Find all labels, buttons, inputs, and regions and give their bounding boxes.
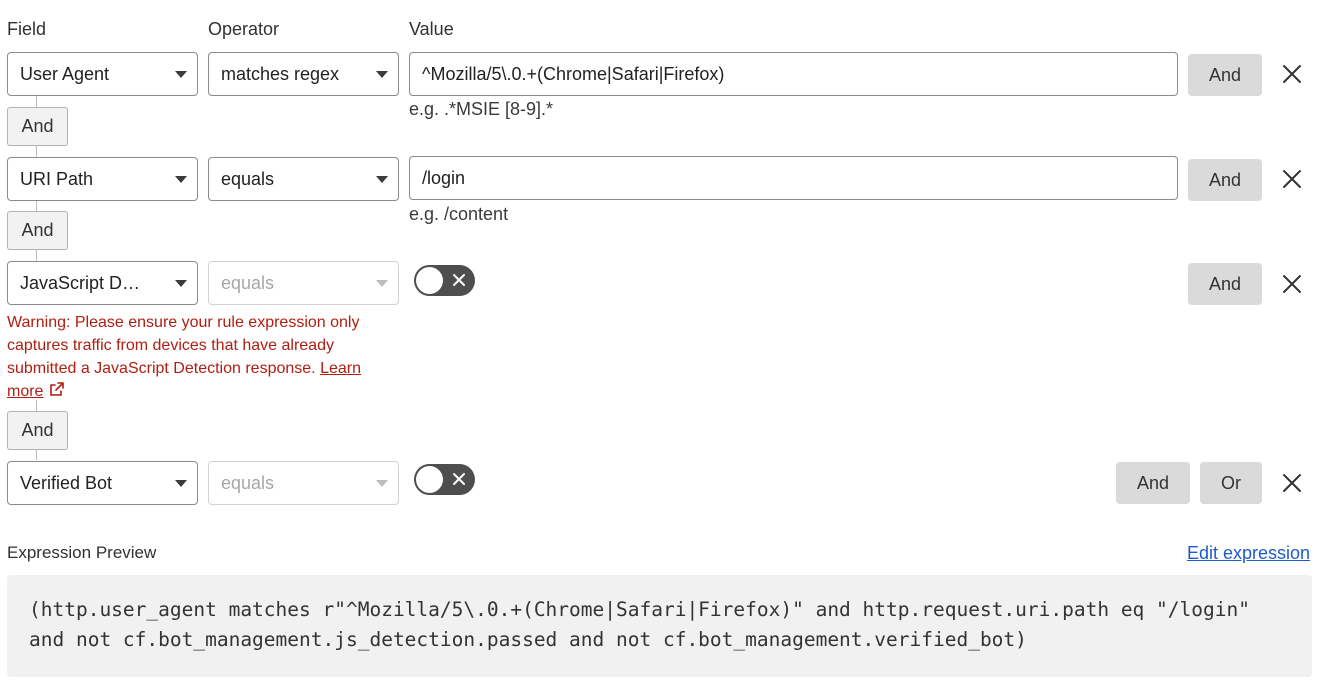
edit-expression-link[interactable]: Edit expression [1187, 543, 1310, 564]
chevron-down-icon [376, 71, 388, 78]
field-select-verified-bot[interactable]: Verified Bot [7, 461, 198, 505]
chevron-down-icon [175, 176, 187, 183]
external-link-icon [50, 382, 65, 396]
add-or-button[interactable]: Or [1200, 462, 1262, 504]
chevron-down-icon [175, 71, 187, 78]
expression-preview-label: Expression Preview [7, 543, 157, 562]
warning-text: Warning: Please ensure your rule express… [7, 314, 360, 377]
field-column-header: Field [7, 19, 47, 39]
toggle-knob [416, 267, 443, 294]
connector-line [36, 449, 37, 460]
close-icon [1283, 474, 1301, 492]
connector-line [36, 250, 37, 261]
connector-and-button[interactable]: And [7, 107, 68, 146]
chevron-down-icon [175, 480, 187, 487]
toggle-knob [416, 466, 443, 493]
field-select-javascript-detection[interactable]: JavaScript Detection [7, 261, 198, 305]
field-select-label: User Agent [20, 64, 110, 84]
value-toggle-switch[interactable] [414, 464, 475, 495]
remove-condition-button[interactable] [1281, 273, 1303, 295]
javascript-detection-warning: Warning: Please ensure your rule express… [7, 311, 387, 403]
value-input-user-agent[interactable]: ^Mozilla/5\.0.+(Chrome|Safari|Firefox) [409, 52, 1178, 96]
operator-select-disabled: equals [208, 461, 399, 505]
close-icon [1283, 65, 1301, 83]
field-select-user-agent[interactable]: User Agent [7, 52, 198, 96]
operator-select-disabled: equals [208, 261, 399, 305]
close-icon [1283, 170, 1301, 188]
chevron-down-icon [376, 480, 388, 487]
toggle-off-icon [453, 274, 465, 286]
operator-select-label: equals [221, 169, 275, 189]
connector-line [36, 145, 37, 157]
value-toggle-switch[interactable] [414, 265, 475, 296]
operator-select-label: equals [221, 273, 275, 293]
add-and-button[interactable]: And [1188, 159, 1262, 201]
add-and-button[interactable]: And [1188, 263, 1262, 305]
field-select-label: JavaScript Detection [20, 273, 148, 293]
remove-condition-button[interactable] [1281, 472, 1303, 494]
field-select-label: Verified Bot [20, 473, 113, 493]
remove-condition-button[interactable] [1281, 168, 1303, 190]
connector-and-button[interactable]: And [7, 411, 68, 450]
connector-and-button[interactable]: And [7, 211, 68, 250]
operator-select-label: matches regex [221, 64, 340, 84]
value-hint: e.g. /content [409, 204, 509, 224]
add-and-button[interactable]: And [1116, 462, 1190, 504]
toggle-off-icon [453, 473, 465, 485]
chevron-down-icon [376, 176, 388, 183]
field-select-uri-path[interactable]: URI Path [7, 157, 198, 201]
value-hint: e.g. .*MSIE [8-9].* [409, 99, 554, 119]
add-and-button[interactable]: And [1188, 54, 1262, 96]
operator-select-matches-regex[interactable]: matches regex [208, 52, 399, 96]
chevron-down-icon [175, 280, 187, 287]
operator-select-label: equals [221, 473, 275, 493]
expression-preview-code: (http.user_agent matches r"^Mozilla/5\.0… [7, 575, 1312, 677]
remove-condition-button[interactable] [1281, 63, 1303, 85]
close-icon [1283, 275, 1301, 293]
operator-column-header: Operator [208, 19, 280, 39]
value-column-header: Value [409, 19, 454, 39]
chevron-down-icon [376, 280, 388, 287]
operator-select-equals[interactable]: equals [208, 157, 399, 201]
value-input-uri-path[interactable]: /login [409, 156, 1178, 200]
field-select-label: URI Path [20, 169, 94, 189]
